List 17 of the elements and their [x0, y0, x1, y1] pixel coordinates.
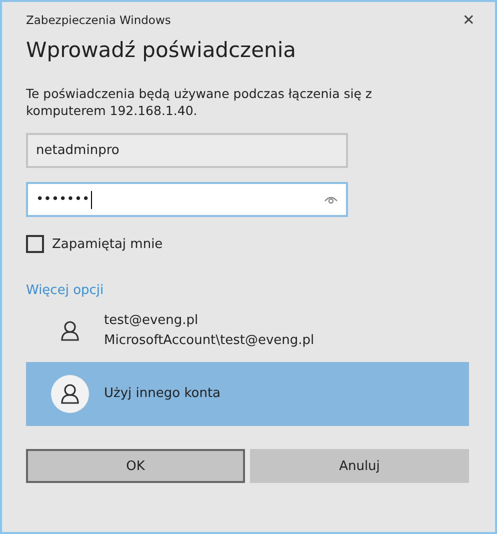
account-item[interactable]: test@eveng.pl MicrosoftAccount\test@eveng.pl	[26, 308, 469, 354]
user-icon	[51, 375, 89, 413]
username-field[interactable]: netadminpro	[26, 133, 348, 168]
remember-label[interactable]: Zapamiętaj mnie	[52, 236, 163, 252]
dialog-button[interactable]: OK	[26, 449, 245, 483]
dialog-heading: Wprowadź poświadczenia	[26, 38, 298, 62]
eye-icon[interactable]	[324, 195, 338, 205]
password-field[interactable]: •••••••	[26, 182, 348, 217]
close-button[interactable]: ✕	[458, 11, 479, 29]
account-name: MicrosoftAccount\test@eveng.pl	[104, 332, 314, 350]
description-text: Te poświadczenia będą używane podczas łączenia się z komputerem 192.168.1.40.	[26, 85, 373, 119]
account-name: test@eveng.pl	[104, 312, 200, 330]
dialog-button[interactable]: Anuluj	[250, 449, 469, 483]
remember-checkbox[interactable]	[26, 235, 44, 253]
window-title: Zabezpieczenia Windows	[26, 13, 171, 27]
account-item[interactable]: Użyj innego konta	[26, 362, 469, 426]
account-name: Użyj innego konta	[104, 385, 221, 403]
